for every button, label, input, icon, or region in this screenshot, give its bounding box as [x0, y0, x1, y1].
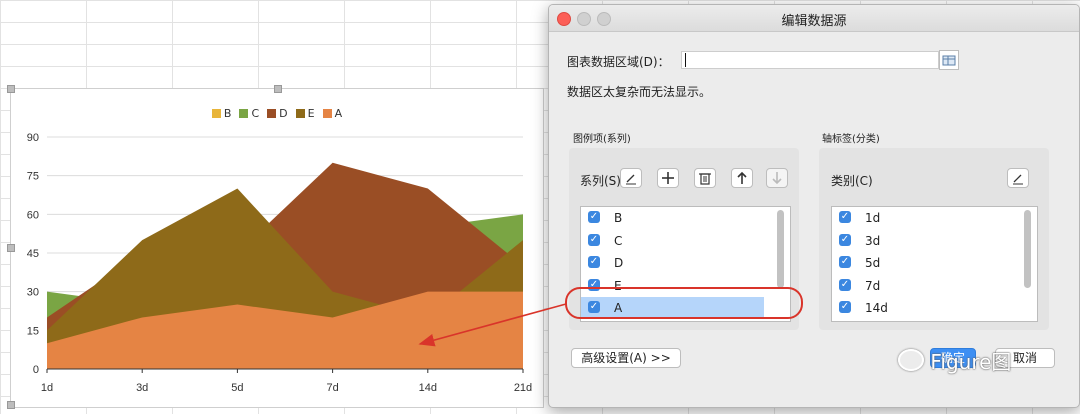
series-item-label: E [614, 278, 622, 293]
series-checkbox[interactable]: ✓ [588, 211, 600, 223]
series-checkbox[interactable]: ✓ [588, 278, 600, 291]
chart-area[interactable]: BCDEA 90 75 60 45 30 15 0 1d 3d 5d 7d 14d 21d [7, 85, 544, 409]
x-tick-label: 14d [419, 382, 437, 394]
category-label: 类别(C) [831, 174, 873, 188]
series-label: 系列(S) [580, 174, 621, 188]
scrollbar[interactable] [1024, 210, 1031, 288]
y-tick-label: 0 [33, 364, 39, 376]
category-checkbox[interactable]: ✓ [839, 233, 851, 246]
category-list[interactable]: ✓ 1d ✓ 3d ✓ 5d ✓ 7d ✓ 14d [831, 206, 1038, 322]
category-list-item[interactable]: ✓ 1d [832, 207, 1037, 229]
x-tick-label: 21d [514, 382, 532, 394]
category-checkbox[interactable]: ✓ [839, 256, 851, 268]
title-bar: 编辑数据源 [549, 5, 1079, 32]
series-group: 系列(S) ✓ B ✓ C ✓ D ✓ E ✓ A [569, 148, 799, 330]
resize-handle[interactable] [7, 85, 15, 93]
category-group: 类别(C) ✓ 1d ✓ 3d ✓ 5d ✓ 7d ✓ 14d [819, 148, 1049, 330]
watermark-text: Figure图 [930, 350, 1012, 374]
category-item-label: 3d [865, 233, 881, 248]
advanced-settings-button[interactable]: 高级设置(A) >> [571, 348, 681, 368]
move-series-down-button[interactable] [766, 168, 788, 188]
series-list-item[interactable]: ✓ A [581, 297, 764, 319]
category-list-item[interactable]: ✓ 5d [832, 252, 1037, 274]
x-tick-label: 7d [326, 382, 338, 394]
complex-range-message: 数据区太复杂而无法显示。 [567, 85, 712, 99]
category-item-label: 1d [865, 211, 881, 225]
edit-category-button[interactable] [1007, 168, 1029, 188]
category-item-label: 14d [865, 301, 888, 315]
range-select-icon [942, 55, 956, 66]
y-tick-label: 45 [27, 248, 39, 260]
y-tick-label: 15 [27, 325, 39, 337]
resize-handle[interactable] [274, 85, 282, 93]
series-checkbox[interactable]: ✓ [588, 256, 600, 268]
category-item-label: 5d [865, 256, 881, 270]
series-list-item[interactable]: ✓ B [581, 207, 790, 229]
scrollbar[interactable] [777, 210, 784, 288]
data-range-label: 图表数据区域(D)： [567, 55, 670, 69]
plus-icon [662, 172, 674, 184]
edit-series-button[interactable] [620, 168, 642, 188]
chart-plot: 90 75 60 45 30 15 01d 3d 5d 7d 14d 21d [27, 132, 532, 394]
series-list[interactable]: ✓ B ✓ C ✓ D ✓ E ✓ A [580, 206, 791, 322]
category-list-item[interactable]: ✓ 14d [832, 297, 1037, 319]
series-item-label: A [614, 301, 623, 315]
series-group-label: 图例项(系列) [573, 134, 631, 145]
x-tick-label: 3d [136, 382, 148, 394]
text-cursor [685, 53, 686, 67]
move-series-up-button[interactable] [731, 168, 753, 188]
category-list-item[interactable]: ✓ 3d [832, 230, 1037, 252]
delete-series-button[interactable] [694, 168, 716, 188]
series-item-label: B [614, 211, 623, 225]
trash-icon [699, 173, 711, 185]
series-list-item[interactable]: ✓ D [581, 252, 790, 274]
x-tick-label: 5d [231, 382, 243, 394]
y-tick-label: 75 [27, 171, 39, 183]
series-checkbox[interactable]: ✓ [588, 233, 600, 246]
arrow-down-icon [772, 172, 782, 185]
y-tick-label: 30 [27, 287, 39, 299]
collapse-range-button[interactable] [939, 50, 959, 70]
add-series-button[interactable] [657, 168, 679, 188]
watermark: Figure图 [898, 346, 1011, 375]
category-checkbox[interactable]: ✓ [839, 301, 851, 313]
category-list-item[interactable]: ✓ 7d [832, 275, 1037, 297]
series-item-label: D [614, 256, 624, 270]
series-list-item[interactable]: ✓ E [581, 275, 790, 297]
data-range-input[interactable] [681, 51, 939, 69]
category-checkbox[interactable]: ✓ [839, 278, 851, 291]
pencil-icon [626, 174, 636, 185]
x-tick-label: 1d [41, 382, 53, 394]
category-checkbox[interactable]: ✓ [839, 211, 851, 223]
series-item-label: C [614, 233, 623, 248]
series-list-item[interactable]: ✓ C [581, 230, 790, 252]
resize-handle[interactable] [7, 401, 15, 409]
wechat-logo-icon [898, 349, 924, 371]
category-group-label: 轴标签(分类) [822, 134, 880, 145]
category-item-label: 7d [865, 278, 881, 293]
y-tick-label: 90 [27, 132, 39, 144]
series-checkbox[interactable]: ✓ [588, 301, 600, 313]
resize-handle[interactable] [7, 244, 15, 252]
dialog-title: 编辑数据源 [781, 14, 847, 29]
pencil-icon [1013, 174, 1023, 185]
y-tick-label: 60 [27, 209, 39, 221]
arrow-up-icon [737, 171, 747, 184]
